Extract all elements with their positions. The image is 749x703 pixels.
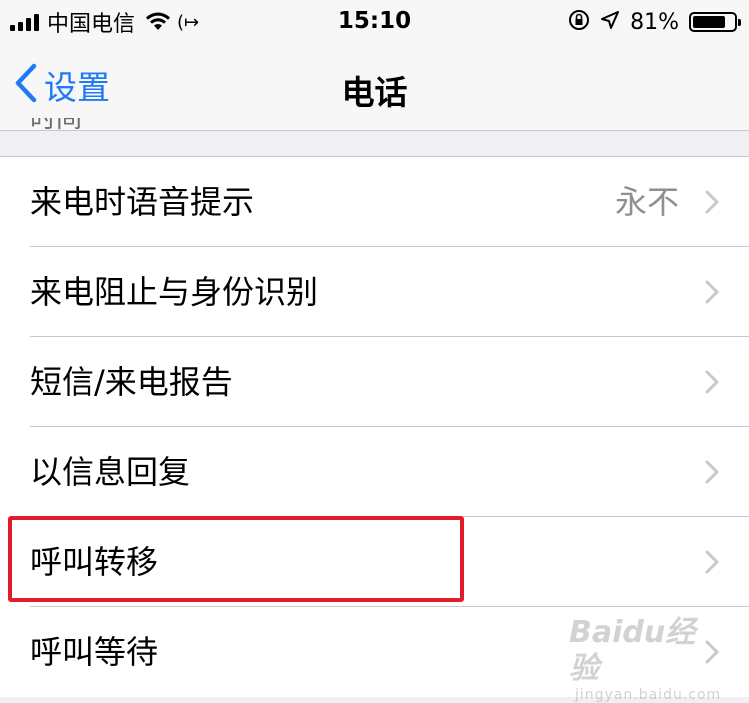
chevron-right-icon xyxy=(705,190,719,214)
row-label: 来电阻止与身份识别 xyxy=(30,273,319,311)
row-sms-call-reporting[interactable]: 短信/来电报告 xyxy=(0,337,749,427)
battery-percent: 81% xyxy=(630,9,679,35)
chevron-right-icon xyxy=(705,550,719,574)
watermark-url: jingyan.baidu.com xyxy=(575,687,722,703)
status-right: 81% xyxy=(568,8,741,36)
row-voice-announce-calls[interactable]: 来电时语音提示 永不 xyxy=(0,157,749,247)
section-header: 时间 xyxy=(30,118,82,132)
chevron-right-icon xyxy=(705,370,719,394)
baidu-watermark: Baidu经验 jingyan.baidu.com xyxy=(569,615,720,703)
row-label: 呼叫等待 xyxy=(30,633,159,671)
rotation-lock-icon xyxy=(568,9,590,35)
status-bar: 中国电信 (↦ 15:10 81% xyxy=(0,0,749,44)
location-icon xyxy=(600,10,620,34)
highlight-annotation xyxy=(8,516,464,602)
row-label: 短信/来电报告 xyxy=(30,363,233,401)
battery-icon xyxy=(689,12,741,32)
row-call-blocking[interactable]: 来电阻止与身份识别 xyxy=(0,247,749,337)
row-label: 以信息回复 xyxy=(30,453,191,491)
row-label: 来电时语音提示 xyxy=(30,183,255,221)
row-respond-with-text[interactable]: 以信息回复 xyxy=(0,427,749,517)
chevron-right-icon xyxy=(705,460,719,484)
chevron-right-icon xyxy=(705,280,719,304)
watermark-brand: Baidu经验 xyxy=(569,615,696,686)
row-value: 永不 xyxy=(614,183,679,221)
page-title: 电话 xyxy=(341,73,408,112)
navigation-bar: 设置 电话 xyxy=(0,44,749,131)
